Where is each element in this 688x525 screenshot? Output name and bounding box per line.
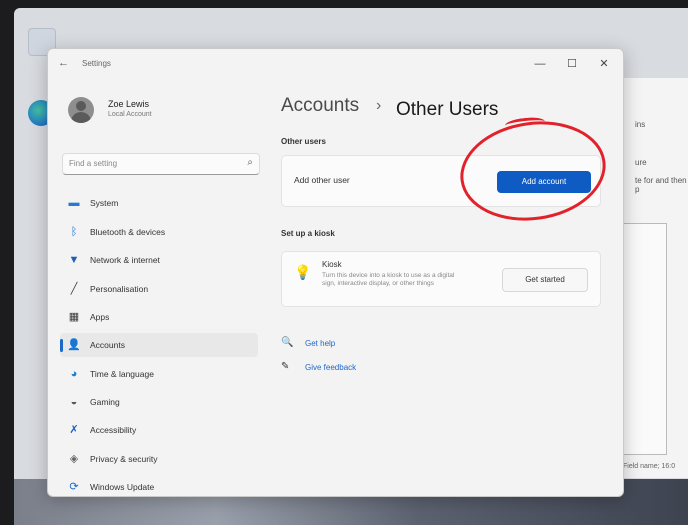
bg-footer: Field name; 16:0 <box>623 463 676 470</box>
sidebar-item-accessibility[interactable]: ✗ Accessibility <box>60 418 258 442</box>
brush-icon: ╱ <box>70 283 78 295</box>
avatar <box>68 97 94 123</box>
add-other-user-label: Add other user <box>294 175 350 185</box>
sidebar-item-gaming[interactable]: ◒ Gaming <box>60 390 258 414</box>
wifi-icon: ▼ <box>68 254 80 266</box>
sidebar-item-label: Privacy & security <box>90 454 158 464</box>
sidebar-item-label: Accessibility <box>90 425 137 435</box>
breadcrumb-separator: › <box>376 97 382 114</box>
sidebar-item-windows-update[interactable]: ⟳ Windows Update <box>60 475 258 499</box>
maximize-button[interactable]: ☐ <box>560 55 584 73</box>
kiosk-card: 💡 Kiosk Turn this device into a kiosk to… <box>281 251 601 307</box>
app-title: Settings <box>82 59 111 68</box>
settings-window: ← Settings — ☐ ✕ Zoe Lewis Local Account… <box>47 48 624 497</box>
bg-text: ure <box>635 158 647 167</box>
kiosk-description: Turn this device into a kiosk to use as … <box>322 272 455 287</box>
search-placeholder: Find a setting <box>69 159 118 168</box>
title-bar: ← Settings — ☐ ✕ <box>48 49 623 83</box>
sidebar-item-label: Accounts <box>90 340 125 350</box>
active-indicator <box>60 339 63 352</box>
person-icon: 👤 <box>67 339 81 351</box>
user-account-type: Local Account <box>108 111 152 118</box>
sidebar-item-personalisation[interactable]: ╱ Personalisation <box>60 277 258 301</box>
sidebar-item-system[interactable]: ▬ System <box>60 191 258 215</box>
search-input[interactable]: Find a setting ⌕ <box>62 153 260 175</box>
feedback-icon: ✎ <box>281 361 290 372</box>
accessibility-icon: ✗ <box>69 424 79 436</box>
bg-text: ins <box>635 120 646 129</box>
sidebar-item-network[interactable]: ▼ Network & internet <box>60 248 258 272</box>
back-arrow-icon[interactable]: ← <box>58 57 69 69</box>
help-icon: 🔍 <box>281 337 294 348</box>
monitor-icon: ▬ <box>68 197 80 209</box>
sidebar-item-label: Network & internet <box>90 255 160 265</box>
bluetooth-icon: ᛒ <box>70 226 78 238</box>
apps-icon: ▦ <box>68 311 80 323</box>
page-title: Other Users <box>396 99 499 120</box>
give-feedback-label: Give feedback <box>305 363 357 372</box>
lightbulb-icon: 💡 <box>294 264 312 280</box>
sidebar-item-label: System <box>90 198 119 208</box>
globe-clock-icon: ◕ <box>70 368 78 380</box>
kiosk-title: Kiosk <box>322 260 342 269</box>
gamepad-icon: ◒ <box>70 396 78 408</box>
sidebar-item-time-language[interactable]: ◕ Time & language <box>60 362 258 386</box>
kiosk-heading: Set up a kiosk <box>281 229 335 238</box>
minimize-button[interactable]: — <box>528 55 552 73</box>
sidebar-item-privacy[interactable]: ◈ Privacy & security <box>60 447 258 471</box>
sidebar-item-label: Gaming <box>90 397 120 407</box>
shield-icon: ◈ <box>69 453 79 465</box>
close-button[interactable]: ✕ <box>592 55 616 73</box>
update-icon: ⟳ <box>69 481 79 493</box>
sidebar-item-label: Apps <box>90 312 110 322</box>
user-name: Zoe Lewis <box>108 99 150 109</box>
sidebar-item-accounts[interactable]: 👤 Accounts <box>60 333 258 357</box>
sidebar-item-label: Personalisation <box>90 284 149 294</box>
breadcrumb-parent[interactable]: Accounts <box>281 95 359 117</box>
sidebar-item-label: Time & language <box>90 369 154 379</box>
sidebar-item-bluetooth[interactable]: ᛒ Bluetooth & devices <box>60 220 258 244</box>
get-started-button[interactable]: Get started <box>502 268 588 292</box>
search-icon: ⌕ <box>247 157 253 168</box>
sidebar-item-label: Windows Update <box>90 482 155 492</box>
sidebar-item-label: Bluetooth & devices <box>90 227 166 237</box>
other-users-heading: Other users <box>281 137 326 146</box>
get-help-label: Get help <box>305 339 336 348</box>
sidebar-item-apps[interactable]: ▦ Apps <box>60 305 258 329</box>
bg-text: te for and then p <box>635 176 687 194</box>
